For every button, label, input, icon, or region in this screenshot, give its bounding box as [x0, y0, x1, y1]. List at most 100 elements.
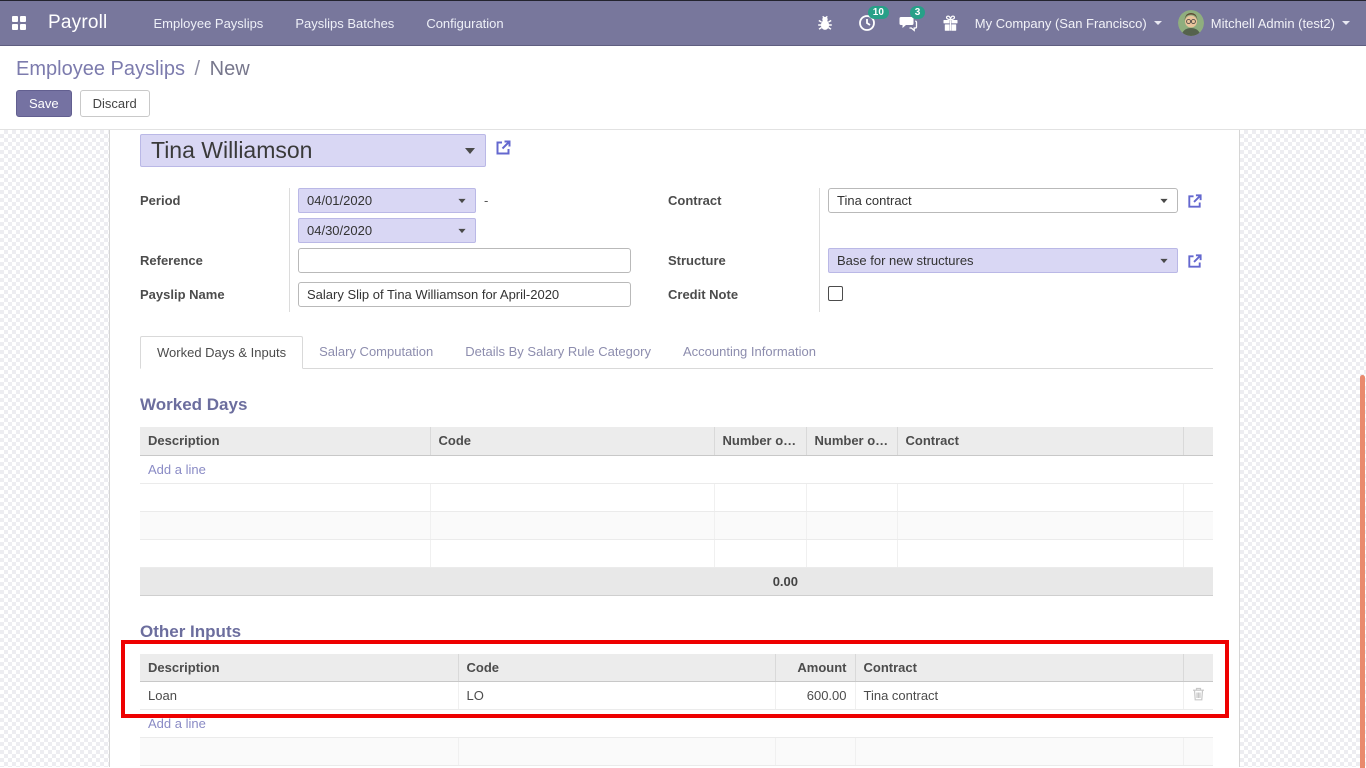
other-inputs-table: Description Code Amount Contract Loan LO… — [140, 654, 1213, 767]
activity-count-badge: 10 — [868, 6, 889, 19]
chevron-down-icon — [458, 198, 465, 202]
worked-days-title: Worked Days — [140, 395, 1213, 415]
notebook-tabs: Worked Days & Inputs Salary Computation … — [140, 335, 1213, 369]
other-inputs-add-row: Add a line — [140, 710, 1213, 738]
payslip-name-input[interactable] — [298, 282, 631, 307]
user-menu[interactable]: Mitchell Admin (test2) — [1178, 10, 1350, 36]
col-description[interactable]: Description — [140, 654, 458, 682]
period-to-field[interactable]: 04/30/2020 — [298, 218, 476, 243]
structure-external-link-icon[interactable] — [1186, 253, 1203, 275]
worked-days-header-row: Description Code Number of ... Number of… — [140, 427, 1213, 455]
discard-button[interactable]: Discard — [80, 90, 150, 117]
form-sheet: Tina Williamson Period 04/01/2020 - — [109, 130, 1240, 767]
gift-icon[interactable] — [941, 13, 961, 33]
apps-grid-icon — [12, 16, 26, 30]
chevron-down-icon — [1342, 21, 1350, 25]
credit-note-checkbox[interactable] — [828, 286, 843, 301]
col-amount[interactable]: Amount — [775, 654, 855, 682]
col-code[interactable]: Code — [430, 427, 714, 455]
cell-description[interactable]: Loan — [140, 682, 458, 710]
other-inputs-header-row: Description Code Amount Contract — [140, 654, 1213, 682]
reference-input[interactable] — [298, 248, 631, 273]
worked-days-total-row: 0.00 — [140, 567, 1213, 595]
activities-clock-icon[interactable]: 10 — [857, 13, 877, 33]
contract-value: Tina contract — [837, 193, 912, 208]
col-code[interactable]: Code — [458, 654, 775, 682]
structure-label: Structure — [668, 248, 820, 282]
menu-payslips-batches[interactable]: Payslips Batches — [293, 2, 396, 45]
period-dash: - — [484, 188, 488, 208]
left-field-group: Period 04/01/2020 - 04/30/2020 Reference — [140, 188, 635, 312]
form-view: Tina Williamson Period 04/01/2020 - — [0, 130, 1366, 767]
breadcrumb: Employee Payslips / New — [16, 58, 1350, 81]
worked-days-total-value: 0.00 — [714, 567, 806, 595]
worked-days-add-a-line-link[interactable]: Add a line — [148, 462, 206, 477]
menu-configuration[interactable]: Configuration — [424, 2, 505, 45]
control-panel: Employee Payslips / New Save Discard — [0, 46, 1366, 130]
col-actions — [1183, 427, 1213, 455]
apps-menu-button[interactable] — [0, 16, 38, 30]
empty-row — [140, 738, 1213, 766]
top-navbar: Payroll Employee Payslips Payslips Batch… — [0, 0, 1366, 46]
contract-field[interactable]: Tina contract — [828, 188, 1178, 213]
period-from-field[interactable]: 04/01/2020 — [298, 188, 476, 213]
employee-field[interactable]: Tina Williamson — [140, 134, 486, 167]
other-inputs-add-a-line-link[interactable]: Add a line — [148, 716, 206, 731]
col-number-of-days[interactable]: Number of ... — [714, 427, 806, 455]
breadcrumb-current: New — [210, 58, 250, 80]
vertical-scrollbar[interactable] — [1360, 375, 1365, 768]
table-row[interactable]: Loan LO 600.00 Tina contract — [140, 682, 1213, 710]
cell-contract[interactable]: Tina contract — [855, 682, 1183, 710]
avatar — [1178, 10, 1204, 36]
message-count-badge: 3 — [910, 6, 926, 19]
menu-employee-payslips[interactable]: Employee Payslips — [151, 2, 265, 45]
col-description[interactable]: Description — [140, 427, 430, 455]
empty-row — [140, 539, 1213, 567]
col-contract[interactable]: Contract — [897, 427, 1183, 455]
period-to-value: 04/30/2020 — [307, 223, 372, 238]
contract-external-link-icon[interactable] — [1186, 193, 1203, 215]
main-menu: Employee Payslips Payslips Batches Confi… — [151, 2, 505, 45]
tab-salary-computation[interactable]: Salary Computation — [303, 336, 449, 369]
user-name: Mitchell Admin (test2) — [1211, 16, 1335, 31]
tab-accounting-information[interactable]: Accounting Information — [667, 336, 832, 369]
chevron-down-icon — [1160, 258, 1167, 262]
period-from-value: 04/01/2020 — [307, 193, 372, 208]
chevron-down-icon — [465, 148, 475, 154]
debug-bug-icon[interactable] — [815, 13, 835, 33]
worked-days-table: Description Code Number of ... Number of… — [140, 427, 1213, 596]
contract-label: Contract — [668, 188, 820, 218]
tab-worked-days-inputs[interactable]: Worked Days & Inputs — [140, 336, 303, 369]
structure-field[interactable]: Base for new structures — [828, 248, 1178, 273]
save-button[interactable]: Save — [16, 90, 72, 117]
reference-label: Reference — [140, 248, 290, 282]
delete-row-trash-icon[interactable] — [1192, 687, 1205, 701]
systray: 10 3 — [815, 13, 961, 33]
col-contract[interactable]: Contract — [855, 654, 1183, 682]
chevron-down-icon — [1160, 198, 1167, 202]
chevron-down-icon — [458, 228, 465, 232]
cell-amount[interactable]: 600.00 — [775, 682, 855, 710]
cell-code[interactable]: LO — [458, 682, 775, 710]
col-number-of-hours[interactable]: Number of ... — [806, 427, 897, 455]
other-inputs-title: Other Inputs — [140, 622, 1213, 642]
messages-chat-icon[interactable]: 3 — [899, 13, 919, 33]
chevron-down-icon — [1154, 21, 1162, 25]
breadcrumb-separator: / — [195, 58, 201, 80]
company-switcher[interactable]: My Company (San Francisco) — [975, 16, 1162, 31]
right-field-group: Contract Tina contract Structure — [668, 188, 1205, 312]
employee-external-link-icon[interactable] — [494, 139, 512, 162]
empty-row — [140, 511, 1213, 539]
app-title: Payroll — [48, 12, 107, 34]
empty-row — [140, 483, 1213, 511]
payslip-name-label: Payslip Name — [140, 282, 290, 312]
structure-value: Base for new structures — [837, 253, 974, 268]
worked-days-add-row: Add a line — [140, 455, 1213, 483]
credit-note-label: Credit Note — [668, 282, 820, 312]
employee-name: Tina Williamson — [151, 137, 465, 164]
company-name: My Company (San Francisco) — [975, 16, 1147, 31]
breadcrumb-parent-link[interactable]: Employee Payslips — [16, 58, 185, 80]
tab-details-by-salary-rule-category[interactable]: Details By Salary Rule Category — [449, 336, 667, 369]
col-actions — [1183, 654, 1213, 682]
period-label: Period — [140, 188, 290, 218]
